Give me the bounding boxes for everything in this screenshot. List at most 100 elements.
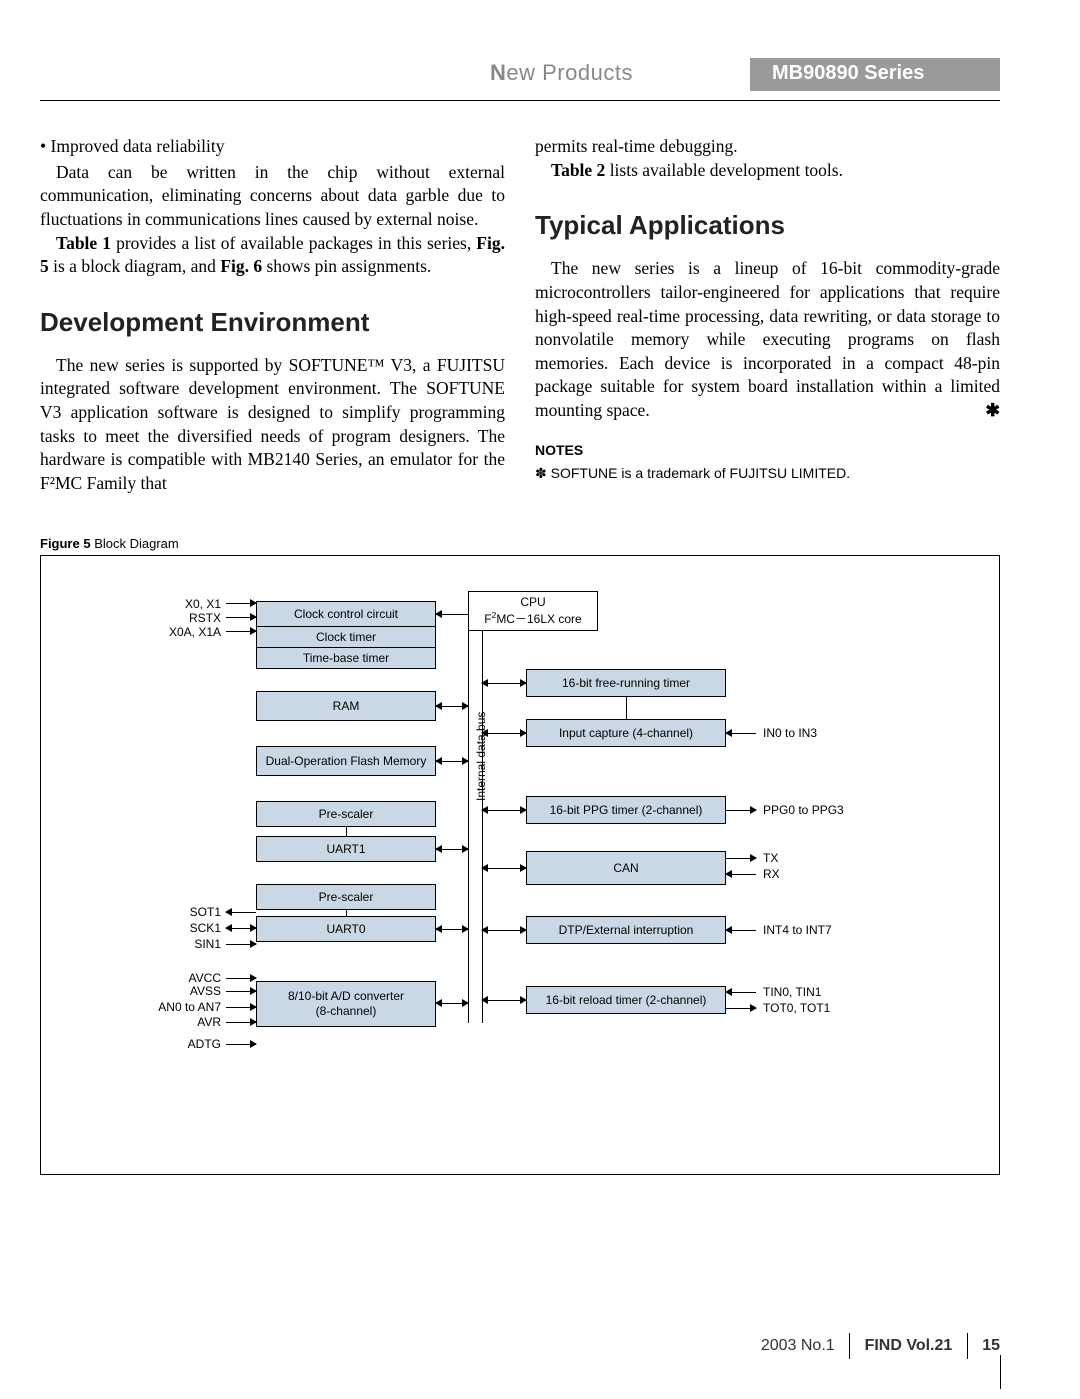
pin-avr: AVR bbox=[131, 1015, 221, 1029]
block-free-running-timer: 16-bit free-running timer bbox=[526, 669, 726, 697]
arrow-icon bbox=[436, 706, 468, 707]
arrow-icon bbox=[436, 761, 468, 762]
arrow-icon bbox=[726, 733, 756, 734]
internal-bus-label: Internal data bus bbox=[474, 711, 488, 800]
pin-x0a-x1a: X0A, X1A bbox=[131, 625, 221, 639]
right-p3: The new series is a lineup of 16-bit com… bbox=[535, 257, 1000, 422]
block-clock-timer: Clock timer bbox=[256, 626, 436, 648]
fig6-ref: Fig. 6 bbox=[220, 256, 262, 276]
right-p2: Table 2 lists available development tool… bbox=[535, 159, 1000, 183]
arrow-icon bbox=[726, 810, 756, 811]
arrow-icon bbox=[726, 1008, 756, 1009]
arrow-icon bbox=[226, 1007, 256, 1008]
pin-in0-in3: IN0 to IN3 bbox=[763, 726, 817, 740]
block-dtp: DTP/External interruption bbox=[526, 916, 726, 944]
arrow-icon bbox=[482, 930, 526, 931]
left-p1: Data can be written in the chip without … bbox=[40, 161, 505, 232]
arrow-icon bbox=[436, 1003, 468, 1004]
block-ppg: 16-bit PPG timer (2-channel) bbox=[526, 796, 726, 824]
arrow-icon bbox=[726, 930, 756, 931]
figure5-box: X0, X1 RSTX X0A, X1A SOT1 SCK1 SIN1 AVCC… bbox=[40, 555, 1000, 1175]
arrow-icon bbox=[482, 733, 526, 734]
pin-sck1: SCK1 bbox=[131, 921, 221, 935]
arrow-icon bbox=[226, 603, 256, 604]
block-cpu: CPU F2MC－16LX core bbox=[468, 591, 598, 631]
figure5-label: Figure 5 Block Diagram bbox=[40, 536, 1000, 551]
two-column-region: • Improved data reliability Data can be … bbox=[40, 135, 1000, 496]
line bbox=[346, 910, 347, 916]
bullet-improved: • Improved data reliability bbox=[40, 135, 505, 159]
header-bar: New Products MB90890 Series bbox=[40, 60, 1000, 90]
arrow-icon bbox=[482, 810, 526, 811]
right-column: permits real-time debugging. Table 2 lis… bbox=[535, 135, 1000, 496]
notes-body: ✽ SOFTUNE is a trademark of FUJITSU LIMI… bbox=[535, 464, 1000, 483]
arrow-icon bbox=[226, 631, 256, 632]
line bbox=[346, 827, 347, 836]
block-ram: RAM bbox=[256, 691, 436, 721]
pin-x0-x1: X0, X1 bbox=[131, 597, 221, 611]
block-clock-control: Clock control circuit bbox=[256, 601, 436, 627]
arrow-icon bbox=[226, 617, 256, 618]
footer-divider-icon bbox=[849, 1333, 850, 1359]
right-p1: permits real-time debugging. bbox=[535, 135, 1000, 159]
arrow-icon bbox=[226, 928, 256, 929]
block-flash: Dual-Operation Flash Memory bbox=[256, 746, 436, 776]
pin-tot0-tot1: TOT0, TOT1 bbox=[763, 1001, 830, 1015]
arrow-icon bbox=[436, 614, 468, 615]
pin-rstx: RSTX bbox=[131, 611, 221, 625]
block-reload-timer: 16-bit reload timer (2-channel) bbox=[526, 986, 726, 1014]
footer-find: FIND Vol.21 bbox=[865, 1337, 953, 1354]
arrow-icon bbox=[482, 868, 526, 869]
block-uart0: UART0 bbox=[256, 916, 436, 942]
pin-int4-int7: INT4 to INT7 bbox=[763, 923, 832, 937]
footer-tail-rule bbox=[1000, 1355, 1001, 1389]
pin-sin1: SIN1 bbox=[131, 937, 221, 951]
block-adc: 8/10-bit A/D converter (8-channel) bbox=[256, 981, 436, 1027]
pin-sot1: SOT1 bbox=[131, 905, 221, 919]
pin-avss: AVSS bbox=[131, 984, 221, 998]
line bbox=[626, 697, 627, 719]
block-timebase-timer: Time-base timer bbox=[256, 647, 436, 669]
block-prescaler0: Pre-scaler bbox=[256, 884, 436, 910]
footer-page-number: 15 bbox=[982, 1337, 1000, 1354]
new-products-rest: ew Products bbox=[506, 60, 633, 85]
bus-line-right bbox=[482, 631, 483, 1023]
table2-ref: Table 2 bbox=[551, 160, 605, 180]
block-uart1: UART1 bbox=[256, 836, 436, 862]
block-can: CAN bbox=[526, 851, 726, 885]
arrow-icon bbox=[226, 944, 256, 945]
block-adc-l2: (8-channel) bbox=[316, 1004, 377, 1018]
left-p3: The new series is supported by SOFTUNE™ … bbox=[40, 354, 505, 496]
bus-line-left bbox=[468, 631, 469, 1023]
arrow-icon bbox=[436, 849, 468, 850]
block-prescaler1: Pre-scaler bbox=[256, 801, 436, 827]
arrow-icon bbox=[482, 683, 526, 684]
footer-issue: 2003 No.1 bbox=[761, 1337, 835, 1354]
pin-tx: TX bbox=[763, 851, 778, 865]
pin-avcc: AVCC bbox=[131, 971, 221, 985]
heading-typical-apps: Typical Applications bbox=[535, 208, 1000, 243]
arrow-icon bbox=[226, 912, 256, 913]
new-products-label: New Products bbox=[490, 60, 633, 86]
arrow-icon bbox=[226, 1044, 256, 1045]
left-p2: Table 1 provides a list of available pac… bbox=[40, 232, 505, 279]
cpu-line2: F2MC－16LX core bbox=[484, 610, 581, 626]
pin-an0-an7: AN0 to AN7 bbox=[131, 1000, 221, 1014]
block-adc-l1: 8/10-bit A/D converter bbox=[288, 989, 404, 1003]
pin-tin0-tin1: TIN0, TIN1 bbox=[763, 985, 821, 999]
header-rule bbox=[40, 100, 1000, 101]
series-label: MB90890 Series bbox=[750, 58, 1000, 91]
arrow-icon bbox=[226, 991, 256, 992]
arrow-icon bbox=[726, 874, 756, 875]
block-input-capture: Input capture (4-channel) bbox=[526, 719, 726, 747]
pin-rx: RX bbox=[763, 867, 780, 881]
table1-ref: Table 1 bbox=[56, 233, 111, 253]
arrow-icon bbox=[226, 1022, 256, 1023]
heading-dev-env: Development Environment bbox=[40, 305, 505, 340]
page-footer: 2003 No.1 FIND Vol.21 15 bbox=[761, 1333, 1000, 1359]
notes-heading: NOTES bbox=[535, 441, 1000, 460]
cpu-line1: CPU bbox=[520, 595, 545, 609]
footer-divider-icon bbox=[967, 1333, 968, 1359]
arrow-icon bbox=[482, 1000, 526, 1001]
left-column: • Improved data reliability Data can be … bbox=[40, 135, 505, 496]
